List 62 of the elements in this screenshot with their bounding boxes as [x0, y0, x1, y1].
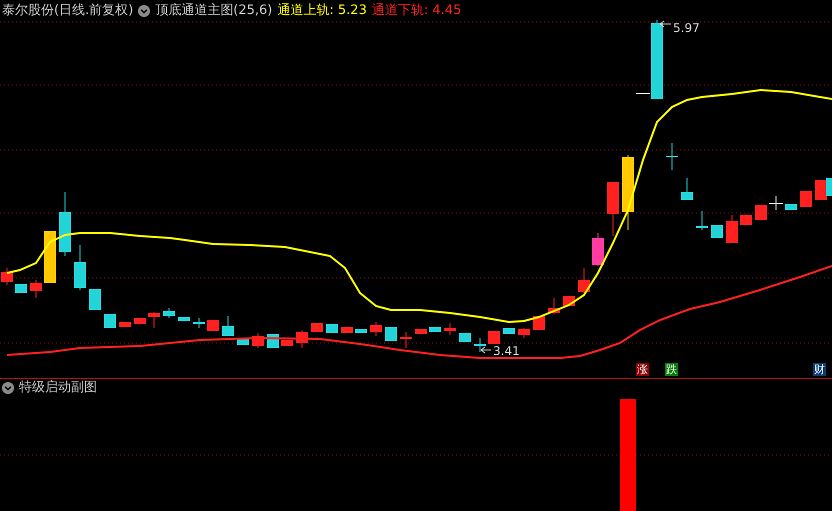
- candlestick: [726, 214, 738, 244]
- price-label: 3.41: [493, 344, 520, 358]
- price-label: 5.97: [673, 21, 700, 35]
- candlestick: [711, 224, 723, 238]
- indicator-name: 顶底通道主图(25,6): [155, 2, 272, 20]
- candlestick: [415, 328, 427, 334]
- candlestick: [800, 190, 812, 208]
- candlestick: [755, 204, 767, 220]
- candlestick: [104, 314, 116, 328]
- dropdown-icon[interactable]: [2, 382, 14, 394]
- candlestick: [222, 316, 234, 336]
- candlestick: [193, 318, 205, 328]
- candlestick: [178, 316, 190, 322]
- dropdown-icon[interactable]: [138, 5, 150, 17]
- candlestick: [400, 332, 412, 348]
- candlestick: [355, 328, 367, 334]
- candlestick: [370, 322, 382, 336]
- candlestick: [696, 210, 708, 230]
- candlestick: [59, 192, 71, 256]
- candlestick: [681, 178, 693, 200]
- signal-marker: 财: [813, 363, 826, 376]
- candlestick: [607, 182, 619, 236]
- candlestick: [341, 326, 353, 334]
- signal-marker: 跌: [665, 363, 678, 376]
- candlestick: [518, 328, 530, 338]
- indicator-value: 通道上轨: 5.23: [277, 2, 367, 20]
- candlestick: [444, 322, 456, 336]
- candlestick: [281, 340, 293, 346]
- candlestick: [666, 142, 678, 170]
- candlestick: [89, 288, 101, 310]
- stock-title: 泰尔股份(日线.前复权): [2, 2, 134, 20]
- candlestick: [488, 330, 500, 344]
- candlestick: [311, 322, 323, 332]
- arrow-icon: [660, 20, 672, 28]
- candlestick: [459, 332, 471, 342]
- candlestick: [252, 332, 264, 348]
- candlestick: [740, 214, 752, 226]
- candlestick: [119, 322, 131, 328]
- candlestick: [429, 326, 441, 332]
- candlestick: [30, 280, 42, 298]
- candlestick: [15, 284, 27, 294]
- candlestick: [163, 308, 175, 318]
- candlestick: [44, 230, 56, 284]
- candlestick: [503, 328, 515, 334]
- candlestick: [548, 298, 560, 314]
- candlestick: [769, 196, 783, 210]
- candlestick: [296, 330, 308, 348]
- candlestick: [385, 326, 397, 342]
- indicator-value: 通道下轨: 4.45: [372, 2, 462, 20]
- candlestick: [134, 318, 146, 324]
- candlestick: [785, 204, 797, 210]
- candlestick: [74, 244, 86, 290]
- candlestick: [474, 338, 486, 352]
- candlestick: [207, 320, 219, 332]
- candlestick: [148, 312, 160, 328]
- candlestick: [326, 324, 338, 334]
- candlestick: [578, 268, 590, 294]
- candlestick: [592, 232, 604, 266]
- candlestick: [1, 268, 13, 286]
- arrow-icon: [480, 346, 492, 354]
- signal-marker: 涨: [636, 363, 649, 376]
- sub-chart-title: 特级启动副图: [19, 379, 97, 398]
